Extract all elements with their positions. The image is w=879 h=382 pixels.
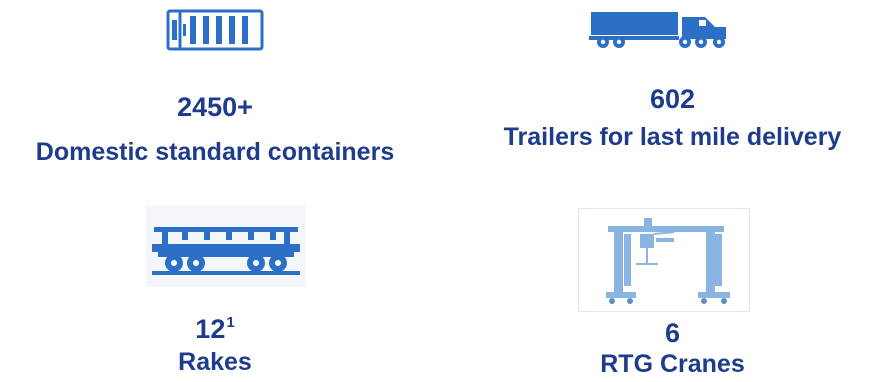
rail-wagon-icon-frame	[146, 205, 306, 287]
trailers-count: 602	[649, 84, 696, 114]
cranes-count: 6	[664, 318, 681, 348]
rakes-label: Rakes	[178, 348, 252, 376]
cranes-label: RTG Cranes	[600, 350, 745, 378]
trailers-label: Trailers for last mile delivery	[503, 123, 842, 151]
rakes-count: 121	[0, 314, 430, 344]
containers-label: Domestic standard containers	[35, 138, 395, 166]
containers-count: 2450+	[177, 92, 253, 122]
truck-trailer-icon	[589, 12, 726, 48]
rakes-footnote-marker: 1	[226, 314, 235, 331]
shipping-container-icon	[166, 9, 264, 51]
rakes-count-value: 12	[195, 314, 226, 344]
rtg-crane-icon	[578, 208, 750, 312]
rail-wagon-icon	[152, 227, 300, 275]
